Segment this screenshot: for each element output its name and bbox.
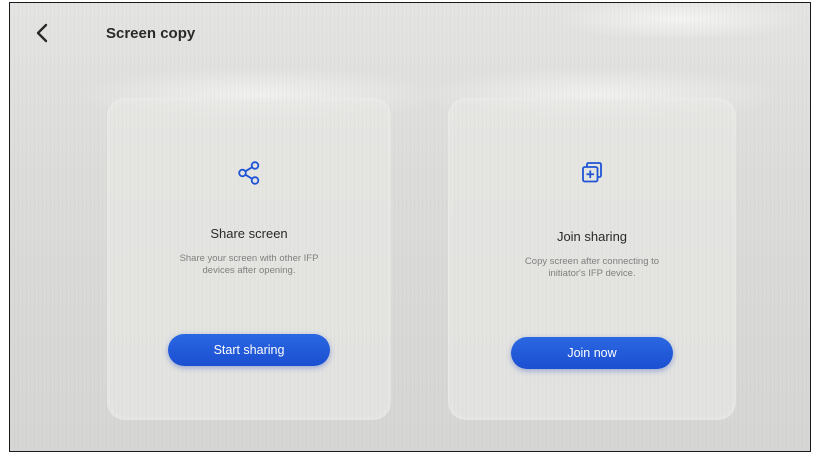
- join-sharing-card: Join sharing Copy screen after connectin…: [448, 98, 736, 420]
- back-button[interactable]: [32, 21, 52, 45]
- share-screen-description: Share your screen with other IFP devices…: [107, 253, 391, 277]
- join-sharing-description-line2: initiator's IFP device.: [548, 268, 636, 279]
- share-screen-description-line2: devices after opening.: [202, 265, 296, 276]
- start-sharing-button[interactable]: Start sharing: [168, 334, 330, 366]
- join-now-button[interactable]: Join now: [511, 337, 673, 369]
- join-sharing-description: Copy screen after connecting to initiato…: [448, 256, 736, 280]
- share-screen-description-line1: Share your screen with other IFP: [179, 253, 319, 264]
- share-screen-card: Share screen Share your screen with othe…: [107, 98, 391, 420]
- join-sharing-description-line1: Copy screen after connecting to: [524, 256, 660, 267]
- page-title: Screen copy: [106, 25, 196, 42]
- share-screen-title: Share screen: [210, 226, 288, 241]
- share-icon: [238, 161, 260, 185]
- join-sharing-title: Join sharing: [556, 229, 628, 244]
- screen-copy-window: Screen copy Share screen Share your scre…: [9, 2, 811, 452]
- copy-add-icon: [582, 162, 602, 183]
- chevron-left-icon: [36, 23, 48, 43]
